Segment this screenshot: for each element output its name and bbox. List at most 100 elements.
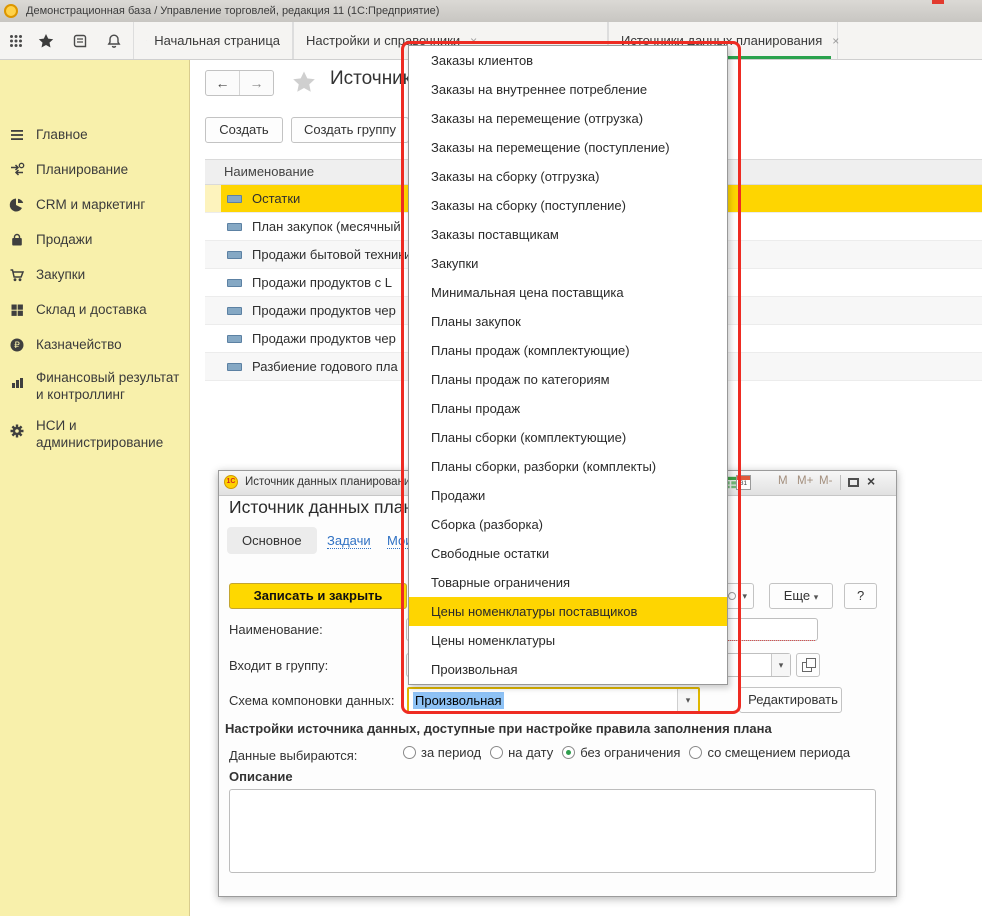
dialog-link-tasks[interactable]: Задачи [327, 533, 371, 549]
data-source-icon [227, 363, 242, 371]
chevron-down-icon: ▾ [742, 591, 747, 602]
name-label: Наименование: [229, 622, 323, 637]
dropdown-item[interactable]: Планы продаж по категориям [409, 365, 727, 394]
dropdown-item[interactable]: Заказы на перемещение (поступление) [409, 133, 727, 162]
period-radio-group: за период на дату без ограничения со сме… [403, 745, 850, 760]
menu-grid-icon[interactable] [8, 33, 24, 49]
button-icon [728, 592, 736, 600]
sidebar-item-warehouse[interactable]: Склад и доставка [0, 301, 188, 318]
sidebar-item-planning[interactable]: Планирование [0, 161, 188, 178]
radio-icon [689, 746, 702, 759]
sidebar-item-label: Главное [36, 126, 182, 143]
data-source-icon [227, 307, 242, 315]
sidebar-item-purchases[interactable]: Закупки [0, 266, 188, 283]
dropdown-item[interactable]: Минимальная цена поставщика [409, 278, 727, 307]
sidebar-item-crm[interactable]: CRM и маркетинг [0, 196, 188, 213]
calendar-icon[interactable]: 31 [736, 475, 751, 490]
edit-button[interactable]: Редактировать [739, 687, 842, 713]
dropdown-item[interactable]: Планы сборки, разборки (комплекты) [409, 452, 727, 481]
dropdown-item[interactable]: Заказы на внутреннее потребление [409, 75, 727, 104]
more-button[interactable]: Еще ▾ [769, 583, 833, 609]
radio-option[interactable]: за период [403, 745, 481, 760]
chevron-down-icon[interactable]: ▾ [677, 689, 698, 711]
dropdown-item[interactable]: Заказы на сборку (отгрузка) [409, 162, 727, 191]
dropdown-item[interactable]: Сборка (разборка) [409, 510, 727, 539]
row-label: Продажи продуктов чер [252, 297, 396, 325]
schema-combobox[interactable]: Произвольная ▾ [407, 687, 700, 713]
sidebar-item-sales[interactable]: Продажи [0, 231, 188, 248]
row-label: План закупок (месячный [252, 213, 401, 241]
memory-mminus-button[interactable]: M- [819, 475, 832, 487]
history-icon[interactable] [72, 33, 88, 49]
chevron-down-icon: ▾ [814, 592, 819, 602]
create-button[interactable]: Создать [205, 117, 283, 143]
sidebar-item-label: НСИ и администрирование [36, 417, 182, 451]
settings-section-header: Настройки источника данных, доступные пр… [225, 721, 772, 736]
forward-button[interactable]: → [239, 71, 273, 95]
radio-label: на дату [508, 745, 553, 760]
radio-option[interactable]: на дату [490, 745, 553, 760]
back-button[interactable]: ← [206, 71, 239, 95]
sidebar-item-main[interactable]: Главное [0, 126, 188, 143]
dropdown-item[interactable]: Планы продаж (комплектующие) [409, 336, 727, 365]
open-icon[interactable] [796, 653, 820, 677]
dropdown-item[interactable]: Заказы на перемещение (отгрузка) [409, 104, 727, 133]
sidebar-item-label: Закупки [36, 266, 182, 283]
app-titlebar: Демонстрационная база / Управление торго… [0, 0, 982, 22]
dropdown-item[interactable]: Цены номенклатуры поставщиков [409, 597, 727, 626]
sidebar-item-admin[interactable]: НСИ и администрирование [0, 417, 188, 451]
dropdown-item[interactable]: Закупки [409, 249, 727, 278]
pie-chart-icon [9, 197, 25, 213]
memory-mplus-button[interactable]: M+ [797, 475, 813, 487]
sidebar-item-label: Продажи [36, 231, 182, 248]
dropdown-item[interactable]: Произвольная [409, 655, 727, 684]
dropdown-item[interactable]: Планы закупок [409, 307, 727, 336]
sidebar-item-label: Планирование [36, 161, 182, 178]
dropdown-item[interactable]: Свободные остатки [409, 539, 727, 568]
data-select-label: Данные выбираются: [229, 748, 357, 763]
annotation-artifact [932, 0, 944, 4]
dropdown-item[interactable]: Заказы клиентов [409, 46, 727, 75]
radio-label: за период [421, 745, 481, 760]
row-label: Остатки [252, 185, 300, 213]
maximize-icon[interactable] [848, 478, 859, 487]
data-source-icon [227, 335, 242, 343]
dropdown-item[interactable]: Планы сборки (комплектующие) [409, 423, 727, 452]
description-textarea[interactable] [229, 789, 876, 873]
tab-close-icon[interactable]: × [832, 34, 839, 48]
create-group-button[interactable]: Создать группу [291, 117, 409, 143]
dropdown-item[interactable]: Заказы поставщикам [409, 220, 727, 249]
svg-text:₽: ₽ [14, 341, 20, 351]
data-source-icon [227, 195, 242, 203]
dialog-tab-main[interactable]: Основное [227, 527, 317, 554]
sidebar-item-treasury[interactable]: ₽ Казначейство [0, 336, 188, 353]
row-label: Продажи продуктов с L [252, 269, 392, 297]
row-label: Продажи бытовой техники [252, 241, 411, 269]
dropdown-item[interactable]: Товарные ограничения [409, 568, 727, 597]
sidebar-item-finance[interactable]: Финансовый результат и контроллинг [0, 369, 188, 403]
dropdown-item[interactable]: Планы продаж [409, 394, 727, 423]
chevron-down-icon[interactable]: ▾ [771, 654, 790, 676]
radio-option[interactable]: со смещением периода [689, 745, 850, 760]
radio-icon [403, 746, 416, 759]
help-button[interactable]: ? [844, 583, 877, 609]
cart-icon [9, 267, 25, 283]
favorites-star-icon[interactable] [38, 33, 54, 49]
memory-m-button[interactable]: M [778, 475, 788, 487]
hamburger-icon [9, 127, 25, 143]
dropdown-item[interactable]: Цены номенклатуры [409, 626, 727, 655]
planning-icon [9, 162, 25, 178]
radio-option[interactable]: без ограничения [562, 745, 680, 760]
dialog-window-title: Источник данных планирования [245, 476, 417, 488]
tab-home-label: Начальная страница [154, 33, 280, 48]
section-sidebar: Главное Планирование CRM и маркетинг Про… [0, 60, 190, 916]
application-window: Демонстрационная база / Управление торго… [0, 0, 982, 916]
tab-home[interactable]: Начальная страница [133, 22, 293, 59]
description-label: Описание [229, 769, 293, 784]
dropdown-item[interactable]: Заказы на сборку (поступление) [409, 191, 727, 220]
dropdown-item[interactable]: Продажи [409, 481, 727, 510]
save-and-close-button[interactable]: Записать и закрыть [229, 583, 407, 609]
close-icon[interactable]: × [867, 473, 875, 489]
notifications-bell-icon[interactable] [106, 33, 122, 49]
favorite-star-icon[interactable] [292, 70, 316, 94]
